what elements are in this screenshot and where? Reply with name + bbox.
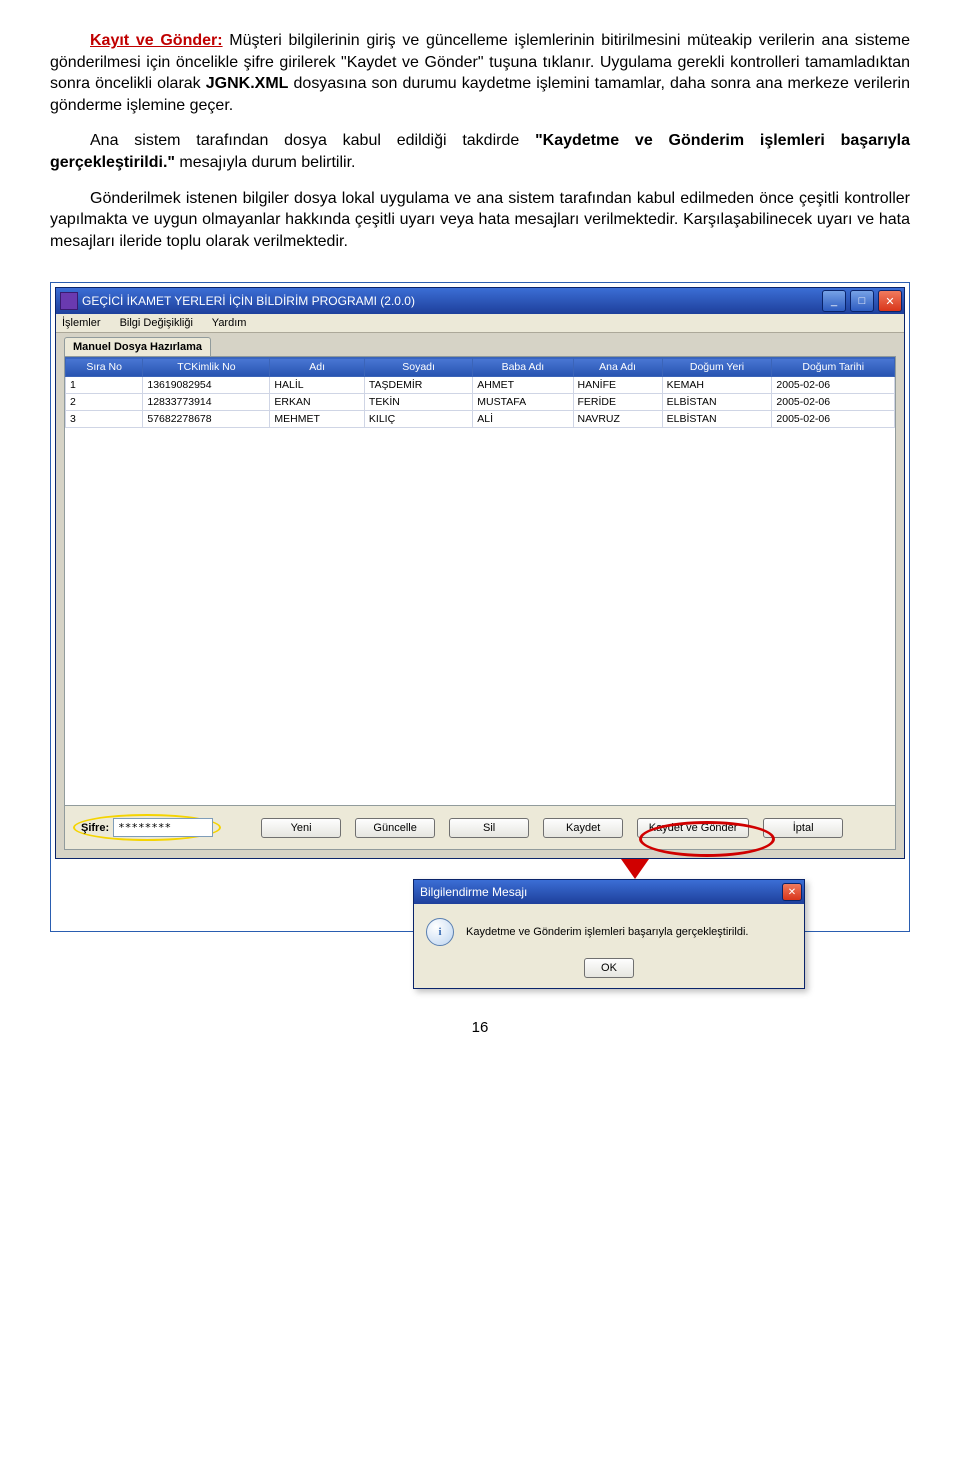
- window-title: GEÇİCİ İKAMET YERLERİ İÇİN BİLDİRİM PROG…: [82, 294, 415, 308]
- menu-islemler[interactable]: İşlemler: [62, 317, 101, 329]
- dialog-title: Bilgilendirme Mesajı: [420, 885, 527, 899]
- sifre-input[interactable]: [113, 818, 213, 837]
- tab-manuel-dosya[interactable]: Manuel Dosya Hazırlama: [64, 337, 211, 356]
- table-row[interactable]: 113619082954HALİLTAŞDEMİRAHMETHANİFEKEMA…: [66, 377, 895, 394]
- col-soyadi[interactable]: Soyadı: [364, 358, 472, 377]
- dialog-message: Kaydetme ve Gönderim işlemleri başarıyla…: [466, 926, 748, 938]
- menu-yardim[interactable]: Yardım: [212, 317, 247, 329]
- col-ana[interactable]: Ana Adı: [573, 358, 662, 377]
- menu-bilgi-degisikligi[interactable]: Bilgi Değişikliği: [120, 317, 193, 329]
- yeni-button[interactable]: Yeni: [261, 818, 341, 838]
- work-area: Manuel Dosya Hazırlama Sıra No TCKimlik …: [56, 333, 904, 858]
- arrow-down-icon: [621, 859, 649, 879]
- maximize-button[interactable]: □: [850, 290, 874, 312]
- close-button[interactable]: ✕: [878, 290, 902, 312]
- grid-header-row: Sıra No TCKimlik No Adı Soyadı Baba Adı …: [66, 358, 895, 377]
- dialog-body: i Kaydetme ve Gönderim işlemleri başarıy…: [414, 904, 804, 988]
- p2-text-b: mesajıyla durum belirtilir.: [175, 154, 356, 171]
- col-sira[interactable]: Sıra No: [66, 358, 143, 377]
- info-dialog: Bilgilendirme Mesajı ✕ i Kaydetme ve Gön…: [413, 879, 805, 989]
- table-row[interactable]: 212833773914ERKANTEKİNMUSTAFAFERİDEELBİS…: [66, 394, 895, 411]
- paragraph-3: Gönderilmek istenen bilgiler dosya lokal…: [50, 188, 910, 253]
- paragraph-1: Kayıt ve Gönder: Müşteri bilgilerinin gi…: [50, 30, 910, 116]
- bottom-toolbar: Şifre: Yeni Güncelle Sil Kaydet Kaydet v…: [65, 805, 895, 849]
- kaydet-button[interactable]: Kaydet: [543, 818, 623, 838]
- menu-bar: İşlemler Bilgi Değişikliği Yardım: [56, 314, 904, 333]
- p2-text-a: Ana sistem tarafından dosya kabul edildi…: [90, 132, 535, 149]
- dialog-close-button[interactable]: ✕: [782, 883, 802, 901]
- ok-button[interactable]: OK: [584, 958, 634, 978]
- guncelle-button[interactable]: Güncelle: [355, 818, 435, 838]
- kaydet-ve-gonder-button[interactable]: Kaydet ve Gönder: [637, 818, 749, 838]
- dialog-titlebar: Bilgilendirme Mesajı ✕: [414, 880, 804, 904]
- table-row[interactable]: 357682278678MEHMETKILIÇALİNAVRUZELBİSTAN…: [66, 411, 895, 428]
- paragraph-2: Ana sistem tarafından dosya kabul edildi…: [50, 130, 910, 173]
- sil-button[interactable]: Sil: [449, 818, 529, 838]
- col-tc[interactable]: TCKimlik No: [143, 358, 270, 377]
- page-number: 16: [50, 1019, 910, 1036]
- sifre-label: Şifre:: [81, 822, 109, 834]
- app-window: GEÇİCİ İKAMET YERLERİ İÇİN BİLDİRİM PROG…: [55, 287, 905, 859]
- data-grid[interactable]: Sıra No TCKimlik No Adı Soyadı Baba Adı …: [65, 357, 895, 428]
- col-adi[interactable]: Adı: [270, 358, 365, 377]
- grid-panel: Sıra No TCKimlik No Adı Soyadı Baba Adı …: [64, 356, 896, 850]
- section-heading: Kayıt ve Gönder:: [90, 32, 223, 49]
- screenshot-frame: GEÇİCİ İKAMET YERLERİ İÇİN BİLDİRİM PROG…: [50, 282, 910, 932]
- p1-bold: JGNK.XML: [206, 75, 289, 92]
- col-dogum-tarihi[interactable]: Doğum Tarihi: [772, 358, 895, 377]
- window-titlebar: GEÇİCİ İKAMET YERLERİ İÇİN BİLDİRİM PROG…: [56, 288, 904, 314]
- minimize-button[interactable]: _: [822, 290, 846, 312]
- sifre-highlight: Şifre:: [73, 814, 221, 841]
- col-baba[interactable]: Baba Adı: [473, 358, 573, 377]
- col-dogum-yeri[interactable]: Doğum Yeri: [662, 358, 772, 377]
- app-icon: [60, 292, 78, 310]
- info-icon: i: [426, 918, 454, 946]
- iptal-button[interactable]: İptal: [763, 818, 843, 838]
